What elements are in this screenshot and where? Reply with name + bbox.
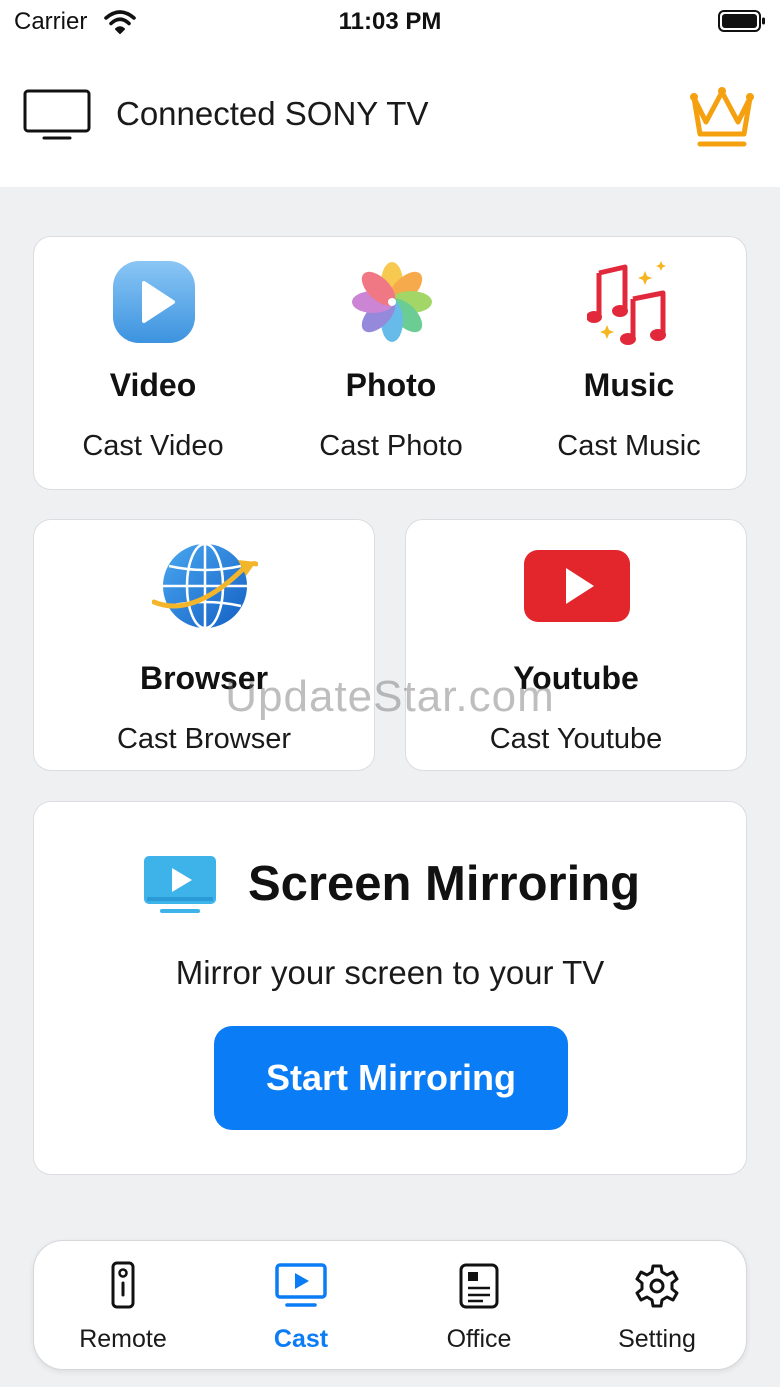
status-bar: Carrier 11:03 PM	[0, 0, 780, 44]
mirroring-subtitle: Mirror your screen to your TV	[175, 954, 605, 991]
photos-flower-icon	[352, 262, 432, 342]
app-header: Connected SONY TV	[0, 44, 780, 187]
photo-subtitle: Cast Photo	[319, 430, 463, 462]
cast-video-tile[interactable]: Video Cast Video	[34, 237, 272, 491]
browser-title: Browser	[139, 660, 269, 696]
tab-office-label: Office	[446, 1325, 512, 1353]
bottom-tab-bar: Remote Cast Office Setting	[33, 1240, 747, 1370]
remote-icon	[111, 1261, 135, 1309]
tab-setting-label: Setting	[618, 1325, 696, 1353]
screen-mirroring-icon	[144, 856, 216, 913]
music-subtitle: Cast Music	[557, 430, 701, 462]
youtube-title: Youtube	[513, 660, 639, 696]
cast-tv-icon	[275, 1263, 327, 1307]
youtube-subtitle: Cast Youtube	[489, 723, 663, 755]
cast-photo-tile[interactable]: Photo Cast Photo	[272, 237, 510, 491]
cast-music-tile[interactable]: Music Cast Music	[510, 237, 748, 491]
start-mirroring-button[interactable]: Start Mirroring	[214, 1026, 568, 1130]
tab-remote-label: Remote	[79, 1325, 167, 1353]
cast-youtube-card[interactable]: Youtube Cast Youtube	[405, 519, 747, 771]
document-icon	[459, 1263, 499, 1309]
video-title: Video	[109, 367, 197, 403]
tab-setting[interactable]: Setting	[568, 1241, 746, 1371]
battery-icon	[718, 10, 765, 32]
music-title: Music	[583, 367, 675, 403]
connection-status[interactable]: Connected SONY TV	[116, 95, 428, 133]
video-subtitle: Cast Video	[82, 430, 224, 462]
cast-media-card: Video Cast Video Photo Cast Photo Music …	[33, 236, 747, 490]
gear-icon	[635, 1264, 679, 1308]
cast-browser-card[interactable]: Browser Cast Browser	[33, 519, 375, 771]
tab-cast-label: Cast	[273, 1325, 329, 1353]
video-play-icon	[113, 261, 195, 343]
clock: 11:03 PM	[338, 8, 442, 35]
mirroring-title: Screen Mirroring	[248, 857, 641, 911]
music-notes-icon	[587, 261, 666, 345]
globe-icon	[152, 542, 258, 630]
photo-title: Photo	[345, 367, 437, 403]
tab-cast[interactable]: Cast	[212, 1241, 390, 1371]
tab-remote[interactable]: Remote	[34, 1241, 212, 1371]
tab-office[interactable]: Office	[390, 1241, 568, 1371]
browser-subtitle: Cast Browser	[116, 723, 292, 755]
youtube-icon	[524, 550, 630, 622]
tv-icon	[23, 89, 91, 140]
screen-mirroring-card: Screen Mirroring Mirror your screen to y…	[33, 801, 747, 1175]
crown-icon[interactable]	[686, 84, 758, 150]
